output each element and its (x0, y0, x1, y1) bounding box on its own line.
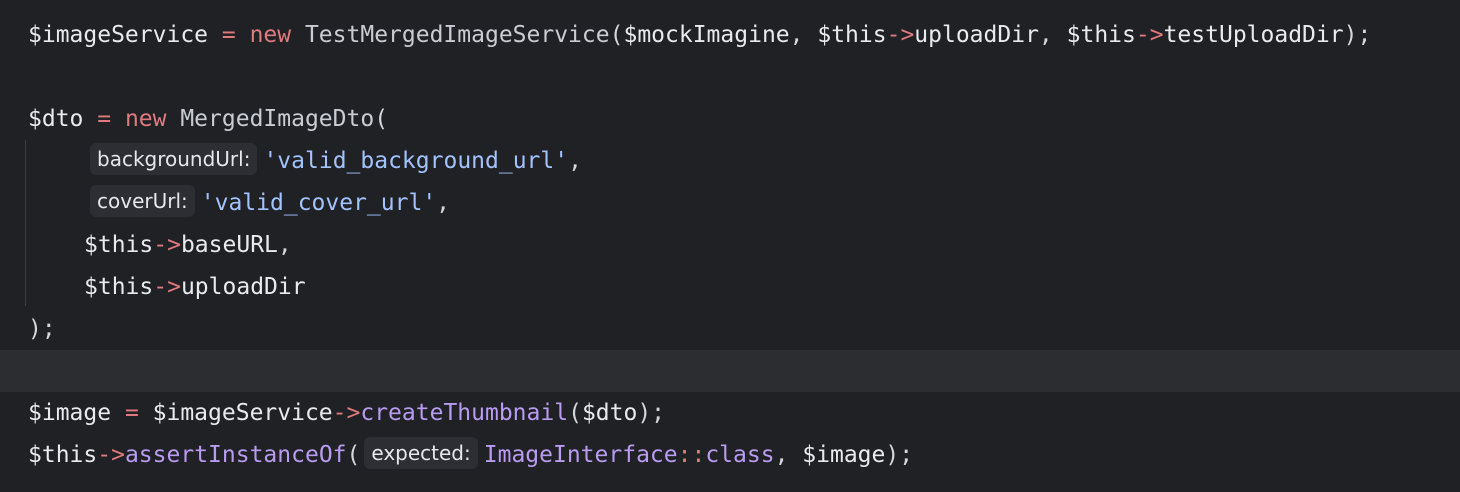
method-token: assertInstanceOf (124, 442, 347, 468)
code-line-1[interactable]: $imageService = new TestMergedImageServi… (0, 14, 1460, 56)
variable-token: $dto (581, 400, 638, 426)
class-name-token: MergedImageDto (166, 106, 375, 132)
variable-token: $image (28, 400, 112, 426)
paren-token: ); (637, 400, 666, 426)
code-line-7-content: ); (28, 308, 56, 350)
paren-token: ); (28, 316, 56, 342)
arrow-token: -> (1135, 22, 1164, 48)
comma-token: , (789, 22, 818, 48)
scope-token: :: (677, 442, 706, 468)
code-editor[interactable]: $imageService = new TestMergedImageServi… (0, 0, 1460, 492)
this-token: $this (28, 442, 98, 468)
code-line-3-content: backgroundUrl:'valid_background_url', (90, 140, 582, 182)
arrow-token: -> (886, 22, 915, 48)
paren-token: ); (885, 442, 914, 468)
this-token: $this (1066, 22, 1136, 48)
operator-token: = (83, 106, 125, 132)
paren-token: ( (609, 22, 624, 48)
code-line-1-content: $imageService = new TestMergedImageServi… (28, 14, 1371, 56)
variable-token: $imageService (28, 22, 209, 48)
property-token: baseURL (180, 232, 278, 258)
parameter-hint: coverUrl: (90, 185, 195, 217)
paren-token: ); (1343, 22, 1372, 48)
code-line-4[interactable]: coverUrl:'valid_cover_url', (0, 182, 1460, 224)
keyword-token: new (249, 22, 292, 48)
code-line-5[interactable]: $this->baseURL, (0, 224, 1460, 266)
keyword-token: class (705, 442, 775, 468)
paren-token: ( (374, 106, 389, 132)
code-line-8-content: $image = $imageService->createThumbnail(… (28, 392, 665, 434)
variable-token: $imageService (152, 400, 333, 426)
code-line-4-content: coverUrl:'valid_cover_url', (90, 182, 450, 224)
comma-token: , (1038, 22, 1067, 48)
code-line-2-content: $dto = new MergedImageDto( (28, 98, 388, 140)
code-line-7[interactable]: ); (0, 308, 1460, 350)
code-line-8[interactable]: $image = $imageService->createThumbnail(… (0, 392, 1460, 434)
code-line-2[interactable]: $dto = new MergedImageDto( (0, 98, 1460, 140)
paren-token: ( (346, 442, 361, 468)
code-line-9-content: $this->assertInstanceOf(expected: ImageIn… (28, 434, 913, 476)
string-token: 'valid_background_url' (263, 148, 569, 174)
current-line-highlight[interactable] (0, 350, 1460, 392)
string-token: 'valid_cover_url' (200, 190, 437, 216)
code-line-5-content: $this->baseURL, (84, 224, 292, 266)
comma-token: , (277, 232, 292, 258)
operator-token: = (111, 400, 153, 426)
parameter-hint: expected: (364, 437, 478, 469)
method-token: createThumbnail (360, 400, 569, 426)
paren-token: ( (568, 400, 582, 426)
property-token: testUploadDir (1163, 22, 1344, 48)
this-token: $this (84, 274, 154, 300)
keyword-token: new (124, 106, 167, 132)
code-line-3[interactable]: backgroundUrl:'valid_background_url', (0, 140, 1460, 182)
variable-token: $dto (28, 106, 84, 132)
parameter-hint: backgroundUrl: (90, 143, 258, 175)
class-name-token: TestMergedImageService (291, 22, 610, 48)
property-token: uploadDir (180, 274, 306, 300)
arrow-token: -> (153, 232, 181, 258)
comma-token: , (774, 442, 803, 468)
code-line-9[interactable]: $this->assertInstanceOf(expected: ImageIn… (0, 434, 1460, 476)
code-line-6-content: $this->uploadDir (84, 266, 306, 308)
this-token: $this (817, 22, 887, 48)
comma-token: , (436, 190, 451, 216)
this-token: $this (84, 232, 154, 258)
variable-token: $image (802, 442, 886, 468)
code-line-6[interactable]: $this->uploadDir (0, 266, 1460, 308)
property-token: uploadDir (914, 22, 1039, 48)
class-name-token: ImageInterface (483, 442, 678, 468)
operator-token: = (208, 22, 250, 48)
variable-token: $mockImagine (623, 22, 790, 48)
arrow-token: -> (97, 442, 125, 468)
arrow-token: -> (153, 274, 181, 300)
comma-token: , (568, 148, 582, 174)
arrow-token: -> (332, 400, 361, 426)
